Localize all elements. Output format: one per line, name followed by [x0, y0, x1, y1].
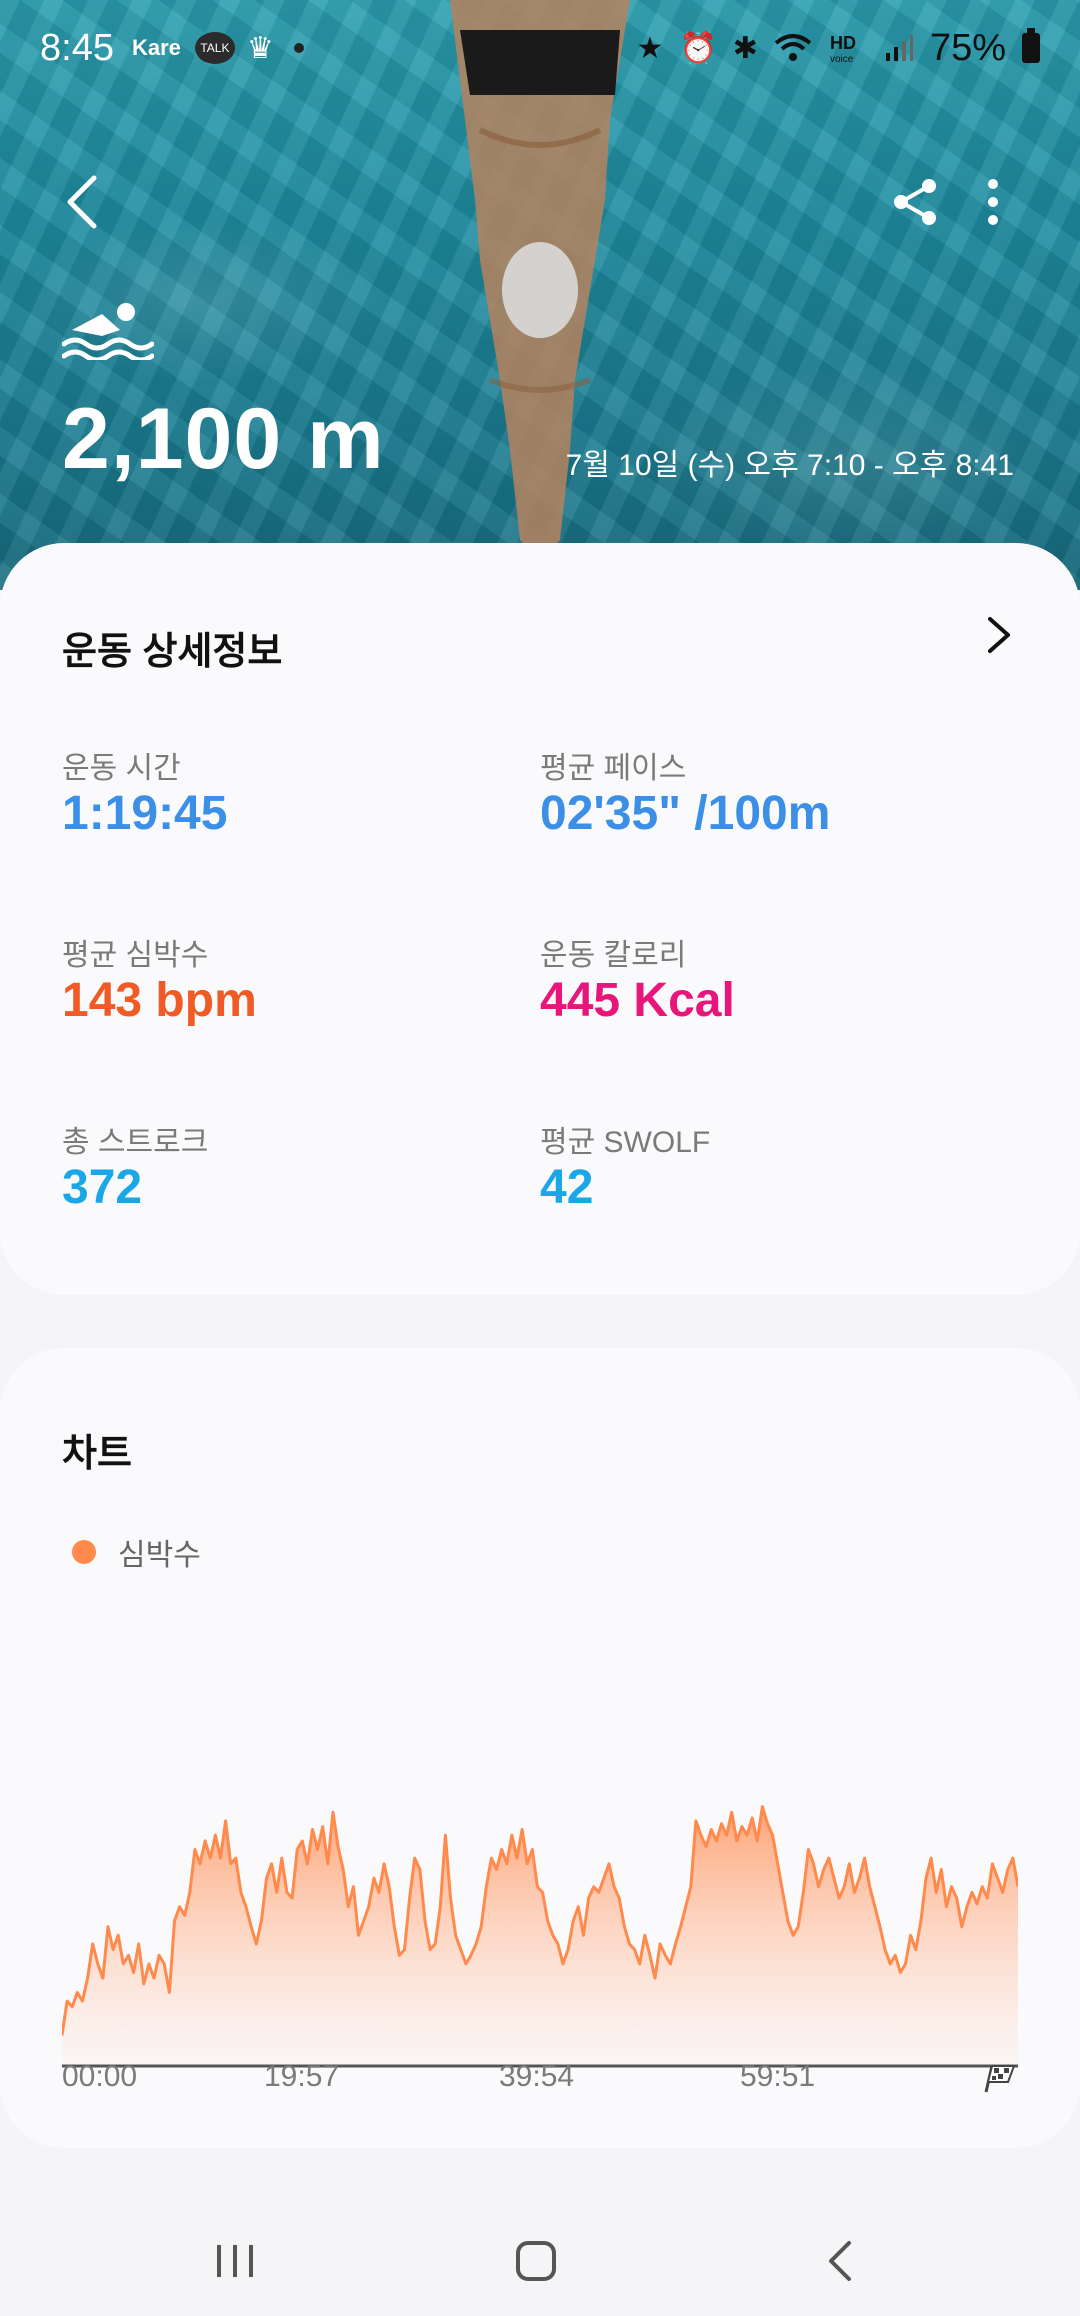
- more-options-button[interactable]: [968, 170, 1018, 234]
- home-icon: [516, 2241, 556, 2281]
- hero-image: 8:45 Kare TALK ♛ ★ ⏰ ✱ HD voice 75% 2,10…: [0, 0, 1080, 590]
- metric-value-calories: 445 Kcal: [540, 974, 735, 1027]
- system-nav-bar: [0, 2196, 1080, 2316]
- x-tick-2: 39:54: [499, 2060, 575, 2093]
- share-icon: [894, 179, 936, 225]
- details-title: 운동 상세정보: [62, 631, 283, 673]
- signal-icon: [885, 35, 913, 61]
- status-app-label: Kare: [131, 35, 181, 60]
- metric-label-total-strokes: 총 스트로크: [62, 1126, 209, 1159]
- legend-label: 심박수: [118, 1539, 201, 1572]
- back-nav-icon: [829, 2241, 851, 2281]
- swimming-icon: [62, 303, 154, 360]
- battery-icon: [1022, 28, 1040, 63]
- chart-title: 차트: [62, 1433, 132, 1475]
- notification-dot-icon: [293, 43, 304, 53]
- workout-details-card: 운동 상세정보 운동 시간 1:19:45 평균 페이스 02'35" /100…: [0, 543, 1080, 1295]
- chevron-left-icon: [67, 175, 97, 229]
- home-button[interactable]: [496, 2226, 576, 2296]
- workout-datetime: 7월 10일 (수) 오후 7:10 - 오후 8:41: [565, 449, 1014, 482]
- distance-value: 2,100 m: [62, 391, 385, 487]
- legend-dot-icon: [72, 1540, 96, 1564]
- hd-voice-icon: HD voice: [830, 33, 856, 65]
- recents-icon: [217, 2245, 253, 2277]
- alarm-icon: ⏰: [679, 31, 717, 65]
- metric-label-avg-pace: 평균 페이스: [540, 752, 687, 785]
- talk-icon: TALK: [194, 32, 235, 64]
- status-time: 8:45: [40, 26, 114, 69]
- svg-text:HD: HD: [830, 33, 856, 53]
- wifi-icon: [774, 34, 812, 61]
- star-icon: ★: [636, 31, 664, 65]
- battery-percent: 75%: [929, 26, 1006, 69]
- metric-label-avg-heart-rate: 평균 심박수: [62, 939, 209, 972]
- heart-rate-chart: [62, 1805, 1018, 2068]
- metric-label-avg-swolf: 평균 SWOLF: [540, 1126, 711, 1159]
- svg-text:voice: voice: [830, 54, 854, 65]
- chevron-right-icon[interactable]: [978, 615, 1018, 655]
- status-bar: 8:45 Kare TALK ♛ ★ ⏰ ✱ HD voice 75%: [0, 0, 1080, 96]
- x-tick-1: 19:57: [264, 2060, 340, 2093]
- share-button[interactable]: [880, 170, 950, 234]
- more-vert-icon: [988, 179, 998, 225]
- metric-value-total-strokes: 372: [62, 1161, 143, 1214]
- chart-card: 차트 심박수 00:00 19:57 39:54 59:51: [0, 1348, 1080, 2148]
- metric-value-duration: 1:19:45: [62, 787, 228, 840]
- back-button[interactable]: [50, 170, 114, 234]
- back-nav-button[interactable]: [800, 2226, 880, 2296]
- metric-value-avg-pace: 02'35" /100m: [540, 787, 831, 840]
- metric-value-avg-swolf: 42: [540, 1161, 594, 1214]
- metric-label-duration: 운동 시간: [62, 752, 181, 785]
- recents-button[interactable]: [195, 2226, 275, 2296]
- chart-legend: 심박수: [72, 1530, 201, 1574]
- checkered-flag-icon: [984, 2065, 1016, 2093]
- crown-icon: ♛: [246, 31, 274, 65]
- metric-label-calories: 운동 칼로리: [540, 939, 687, 972]
- metric-value-avg-heart-rate: 143 bpm: [62, 974, 257, 1027]
- x-tick-0: 00:00: [62, 2060, 138, 2093]
- bluetooth-icon: ✱: [732, 31, 758, 65]
- x-tick-3: 59:51: [740, 2060, 816, 2093]
